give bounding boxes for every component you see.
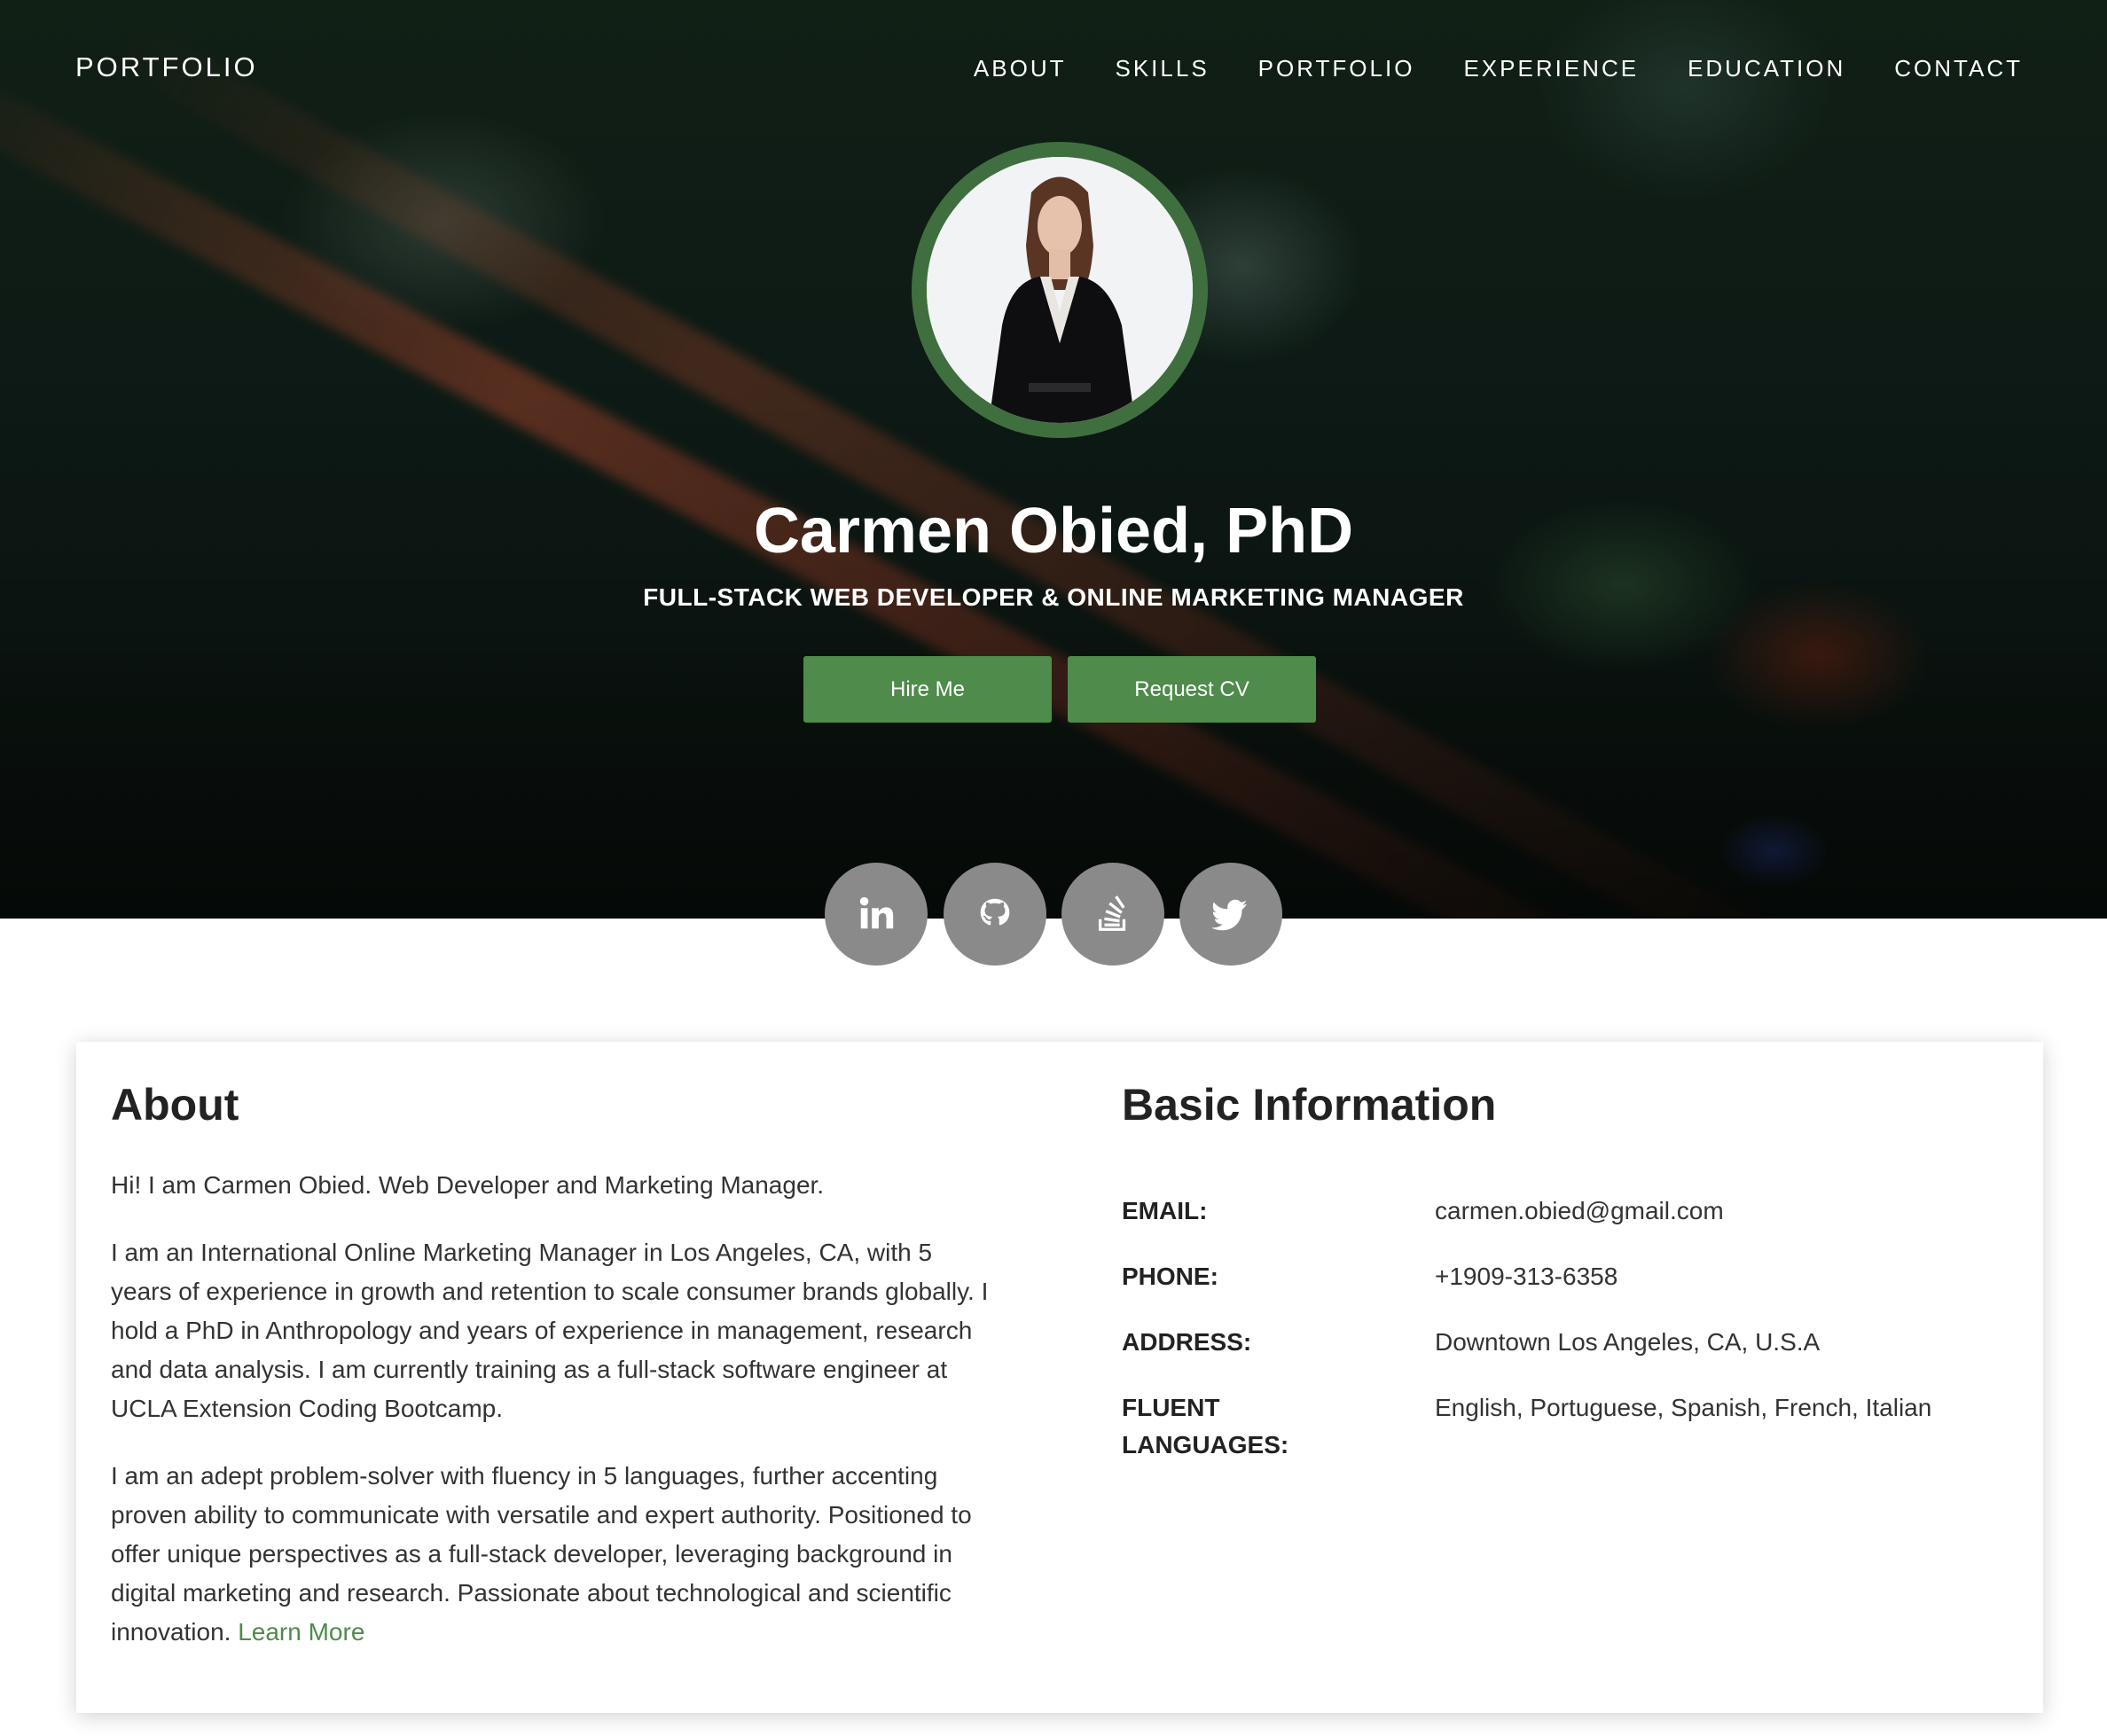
hero-name: Carmen Obied, PhD bbox=[753, 496, 1354, 567]
languages-value: English, Portuguese, Spanish, French, It… bbox=[1435, 1394, 1932, 1421]
phone-value: +1909-313-6358 bbox=[1435, 1263, 1618, 1290]
nav-experience[interactable]: EXPERIENCE bbox=[1463, 55, 1639, 82]
avatar-ring bbox=[912, 142, 1208, 438]
twitter-link[interactable] bbox=[1179, 863, 1282, 966]
github-icon bbox=[980, 898, 1010, 926]
linkedin-link[interactable] bbox=[825, 863, 928, 966]
info-label: ADDRESS: bbox=[1122, 1328, 1252, 1356]
profile-photo bbox=[927, 157, 1193, 423]
main-nav: ABOUT SKILLS PORTFOLIO EXPERIENCE EDUCAT… bbox=[974, 55, 2023, 82]
nav-education[interactable]: EDUCATION bbox=[1688, 55, 1845, 82]
about-card: About Hi! I am Carmen Obied. Web Develop… bbox=[76, 1042, 2043, 1713]
about-paragraph: I am an adept problem-solver with fluenc… bbox=[111, 1457, 998, 1652]
hero-subtitle: FULL-STACK WEB DEVELOPER & ONLINE MARKET… bbox=[643, 583, 1464, 611]
nav-about[interactable]: ABOUT bbox=[974, 55, 1067, 82]
info-label: EMAIL: bbox=[1122, 1197, 1208, 1224]
about-paragraph: I am an International Online Marketing M… bbox=[111, 1239, 989, 1422]
info-label: PHONE: bbox=[1122, 1263, 1218, 1290]
about-text: Hi! I am Carmen Obied. Web Developer and… bbox=[111, 1166, 998, 1680]
nav-portfolio[interactable]: PORTFOLIO bbox=[1258, 55, 1415, 82]
learn-more-link[interactable]: Learn More bbox=[238, 1618, 364, 1646]
basic-info-title: Basic Information bbox=[1122, 1080, 1497, 1130]
stack-overflow-icon bbox=[1098, 895, 1126, 931]
about-paragraph: Hi! I am Carmen Obied. Web Developer and… bbox=[111, 1171, 825, 1199]
hero-overlay bbox=[0, 0, 2107, 919]
avatar bbox=[927, 157, 1193, 423]
info-label: FLUENT LANGUAGES: bbox=[1122, 1394, 1289, 1458]
hero-banner: PORTFOLIO ABOUT SKILLS PORTFOLIO EXPERIE… bbox=[0, 0, 2107, 919]
request-cv-button[interactable]: Request CV bbox=[1068, 656, 1316, 723]
stack-overflow-link[interactable] bbox=[1061, 863, 1164, 966]
nav-contact[interactable]: CONTACT bbox=[1894, 55, 2023, 82]
linkedin-icon bbox=[859, 896, 894, 929]
github-link[interactable] bbox=[944, 863, 1046, 966]
hire-me-button[interactable]: Hire Me bbox=[803, 656, 1052, 723]
brand-logo[interactable]: PORTFOLIO bbox=[75, 51, 258, 83]
nav-skills[interactable]: SKILLS bbox=[1116, 55, 1210, 82]
twitter-icon bbox=[1210, 899, 1248, 931]
address-value: Downtown Los Angeles, CA, U.S.A bbox=[1435, 1328, 1821, 1356]
email-value[interactable]: carmen.obied@gmail.com bbox=[1435, 1193, 2056, 1230]
about-title: About bbox=[111, 1080, 239, 1130]
